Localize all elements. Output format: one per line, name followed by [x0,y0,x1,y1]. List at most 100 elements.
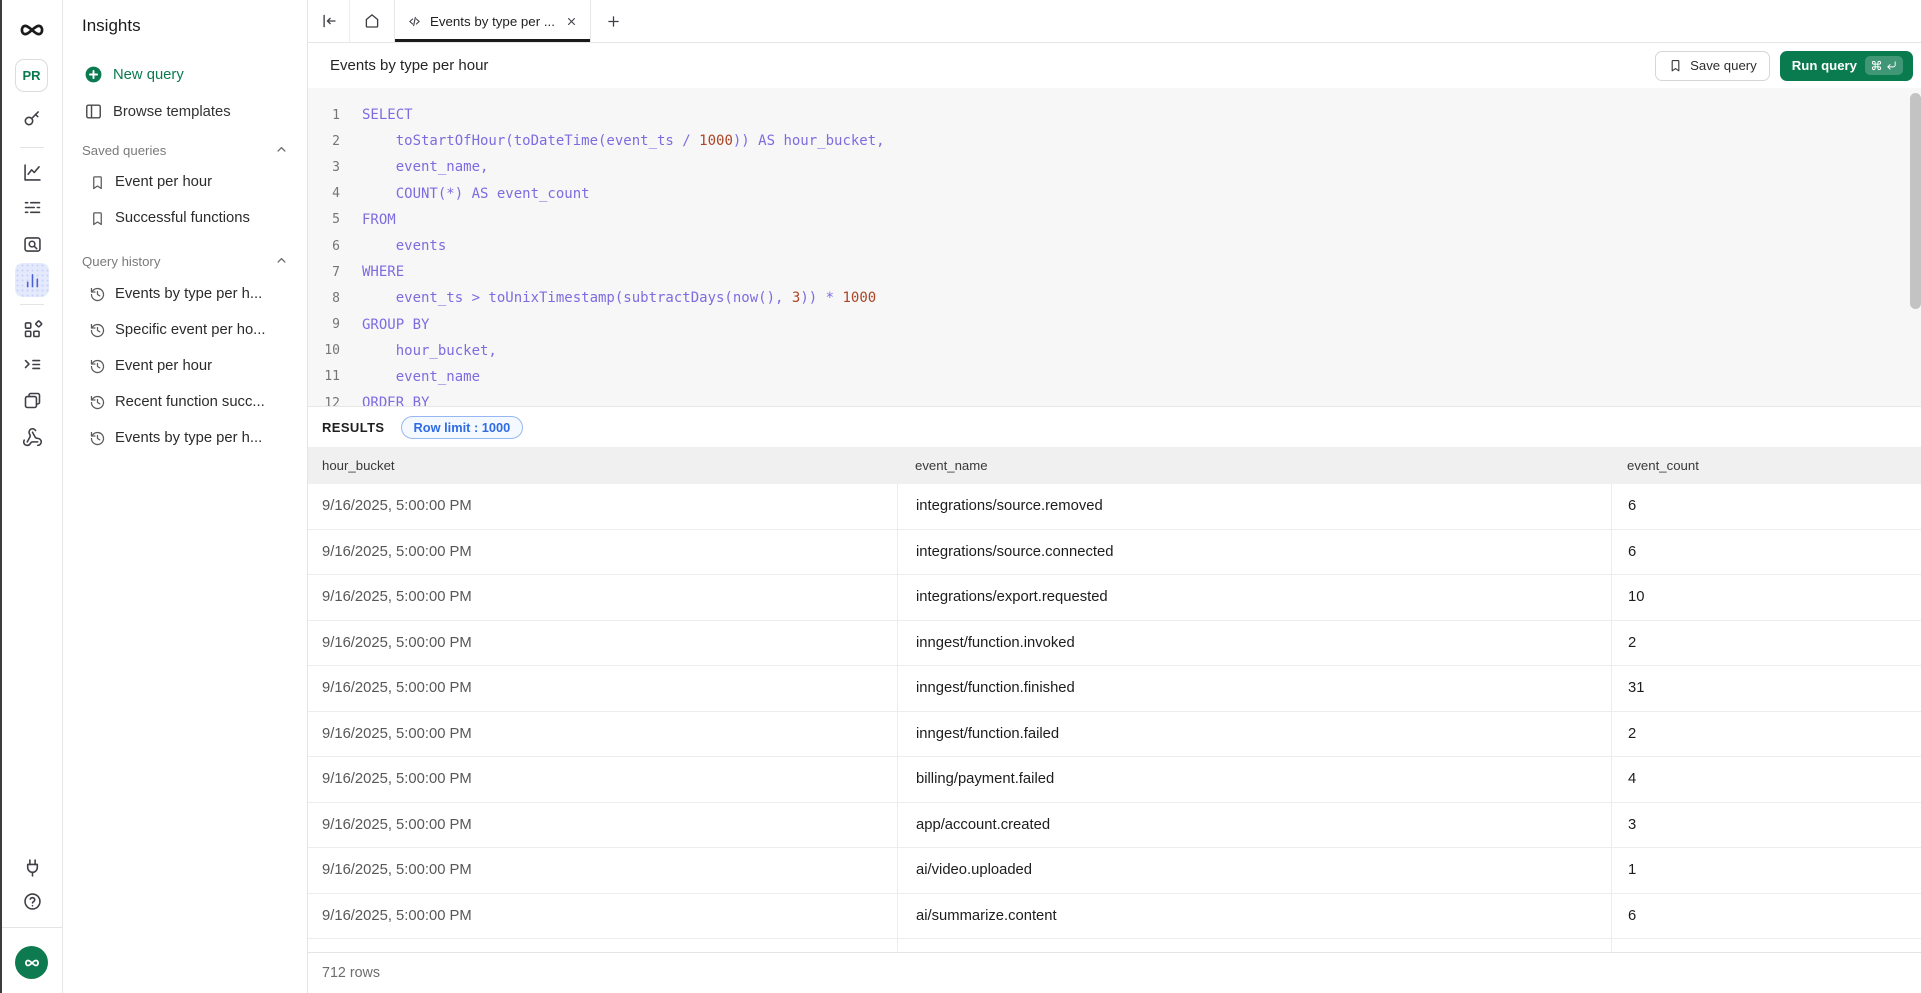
tab-bar: Events by type per ... [308,0,1921,43]
doc-search-icon [22,234,43,255]
rail-item-line-chart[interactable] [15,155,49,189]
cell-hour-bucket: 9/16/2025, 5:00:00 PM [308,666,897,711]
user-avatar[interactable] [15,946,48,979]
cell-hour-bucket: 9/16/2025, 5:00:00 PM [308,712,897,757]
code-text: toStartOfHour(toDateTime(event_ts / 1000… [362,133,885,149]
rail-item-doc-search[interactable] [15,227,49,261]
item-label: Successful functions [115,210,250,226]
history-item-events-by-type-per-h[interactable]: Events by type per h... [63,276,307,312]
cell-hour-bucket: 9/16/2025, 5:00:00 PM [308,894,897,939]
cell-hour-bucket: 9/16/2025, 5:00:00 PM [308,530,897,575]
home-icon [363,12,381,30]
cell-event-name: integrations/source.connected [897,530,1611,575]
plus-circle-icon [84,65,103,84]
result-row: 9/16/2025, 5:00:00 PMintegrations/export… [308,575,1921,621]
new-tab-button[interactable] [591,0,635,42]
result-row: 9/16/2025, 5:00:00 PMbilling/payment.fai… [308,757,1921,803]
code-line: 7WHERE [308,259,1921,285]
workspace-badge[interactable]: PR [15,59,48,92]
inngest-logo-icon [17,15,47,45]
run-shortcut-badge [1865,56,1903,75]
item-label: Event per hour [115,174,212,190]
run-query-button[interactable]: Run query [1780,51,1913,81]
cell-hour-bucket: 9/16/2025, 5:00:00 PM [308,848,897,893]
bookmark-icon [89,174,106,191]
inngest-logo-button[interactable] [16,14,48,46]
row-limit-badge[interactable]: Row limit : 1000 [401,416,524,439]
code-line: 6 events [308,233,1921,259]
results-label: RESULTS [322,420,385,435]
insights-sidebar: Insights New queryBrowse templatesSaved … [63,0,308,993]
result-row: 9/16/2025, 5:00:00 PMapp/account.created… [308,803,1921,849]
saved-query-item-successful-functions[interactable]: Successful functions [63,200,307,236]
code-line: 9GROUP BY [308,312,1921,338]
sql-editor[interactable]: 1SELECT2 toStartOfHour(toDateTime(event_… [308,88,1921,407]
screen-edge [0,0,2,993]
results-bar: RESULTS Row limit : 1000 [308,407,1921,447]
history-item-events-by-type-per-h[interactable]: Events by type per h... [63,420,307,456]
line-number: 4 [308,186,340,201]
results-footer: 712 rows [308,952,1921,993]
home-tab-button[interactable] [350,0,394,42]
cell-event-name: inngest/function.finished [897,666,1611,711]
rail-item-key[interactable] [15,100,49,134]
rail-item-apps-grid[interactable] [15,312,49,346]
app-root: PR Insights New queryBrowse templatesSav… [0,0,1921,993]
results-table-header: hour_bucketevent_nameevent_count [308,447,1921,484]
return-icon [1886,60,1897,71]
key-icon [22,107,43,128]
action-label: New query [113,67,184,83]
new-query-button[interactable]: New query [63,56,307,93]
line-number: 10 [308,343,340,358]
history-item-recent-function-succ[interactable]: Recent function succ... [63,384,307,420]
result-row: 9/16/2025, 5:00:00 PMintegrations/source… [308,530,1921,576]
save-query-button[interactable]: Save query [1655,51,1770,81]
cell-event-count: 6 [1611,484,1921,529]
action-label: Browse templates [113,104,231,120]
code-line: 8 event_ts > toUnixTimestamp(subtractDay… [308,285,1921,311]
avatar-logo-icon [23,954,41,972]
cell-event-name: ai/video.uploaded [897,848,1611,893]
column-header-hour-bucket: hour_bucket [308,458,897,473]
cell-event-name: integrations/export.requested [897,575,1611,620]
saved-query-item-event-per-hour[interactable]: Event per hour [63,164,307,200]
item-label: Specific event per ho... [115,322,266,338]
bar-chart-icon [22,270,43,291]
cell-event-name: integrations/source.removed [897,484,1611,529]
rail-item-help[interactable] [15,884,49,918]
webhook-icon [22,427,43,448]
history-icon [89,286,106,303]
rail-item-plug[interactable] [15,850,49,884]
rail-item-windows[interactable] [15,383,49,417]
rail-item-bar-chart[interactable] [15,263,49,297]
cell-hour-bucket: 9/16/2025, 5:00:00 PM [308,757,897,802]
results-table-body: 9/16/2025, 5:00:00 PMintegrations/source… [308,484,1921,952]
browse-templates-button[interactable]: Browse templates [63,93,307,130]
chevron-up-icon[interactable] [274,253,289,268]
result-row-partial [308,939,1921,952]
close-icon[interactable] [565,15,578,28]
history-item-event-per-hour[interactable]: Event per hour [63,348,307,384]
item-label: Events by type per h... [115,430,262,446]
code-text: SELECT [362,107,413,123]
rail-item-webhook[interactable] [15,420,49,454]
code-text: COUNT(*) AS event_count [362,186,590,202]
tab-events-by-type[interactable]: Events by type per ... [394,0,591,42]
page-title: Events by type per hour [330,57,488,74]
cell-event-count: 6 [1611,530,1921,575]
save-query-label: Save query [1690,58,1757,73]
editor-scrollbar[interactable] [1910,93,1921,309]
chevron-up-icon[interactable] [274,142,289,157]
code-line: 5FROM [308,207,1921,233]
history-item-specific-event-per-ho[interactable]: Specific event per ho... [63,312,307,348]
rail-item-list-filter[interactable] [15,190,49,224]
rail-divider [20,147,44,148]
list-filter-icon [22,197,43,218]
code-text: event_name [362,369,480,385]
code-text: ORDER BY [362,395,429,407]
cell-event-count: 2 [1611,621,1921,666]
command-icon [1871,60,1882,71]
item-label: Events by type per h... [115,286,262,302]
collapse-sidebar-button[interactable] [308,0,350,42]
rail-item-terminal[interactable] [15,347,49,381]
